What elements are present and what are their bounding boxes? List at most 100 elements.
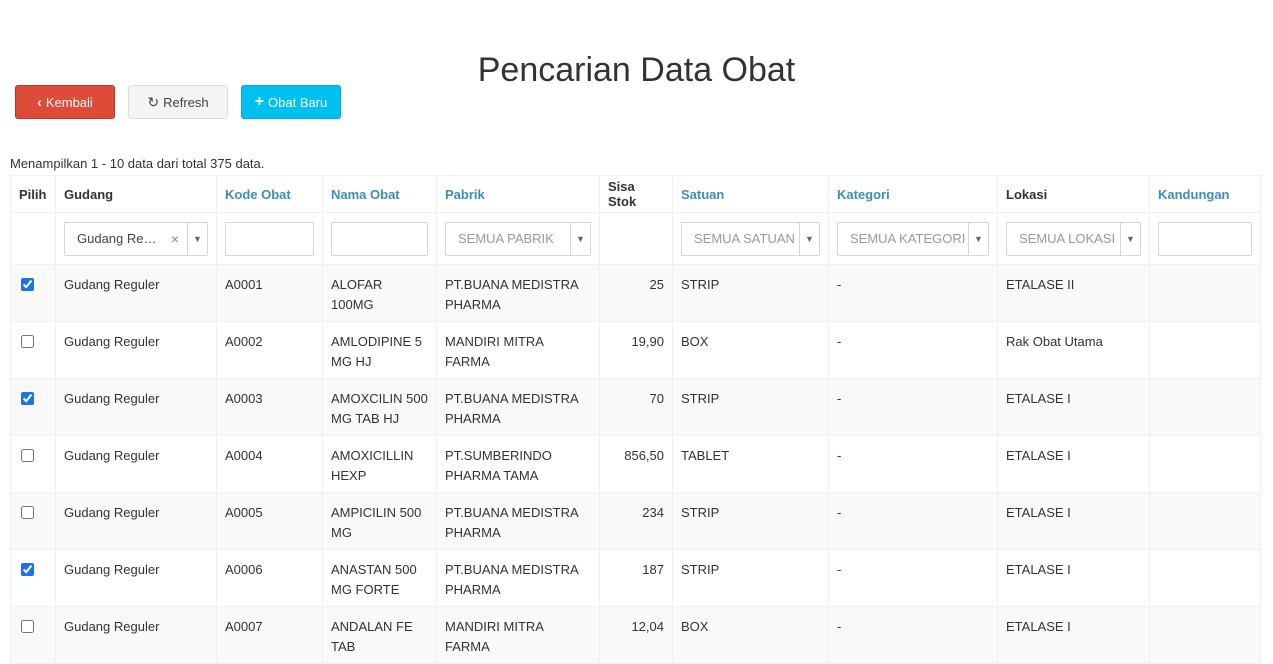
table-row: Gudang Reguler A0003 AMOXCILIN 500 MG TAB …	[10, 378, 1261, 436]
cell-satuan: TABLET	[672, 435, 829, 493]
gudang-filter-value: Gudang Re…	[77, 231, 157, 246]
nama-filter-input[interactable]	[331, 221, 428, 256]
cell-kategori: -	[828, 606, 998, 664]
col-kategori[interactable]: Kategori	[828, 175, 998, 213]
col-satuan[interactable]: Satuan	[672, 175, 829, 213]
cell-sisa-stok: 234	[599, 492, 673, 550]
filter-nama-cell	[322, 212, 437, 265]
cell-pabrik: PT.SUMBERINDO PHARMA TAMA	[436, 435, 600, 493]
kategori-filter-select[interactable]: SEMUA KATEGORI ▼	[837, 221, 989, 256]
cell-satuan: BOX	[672, 606, 829, 664]
row-select-checkbox[interactable]	[21, 335, 34, 348]
chevron-down-icon[interactable]: ▼	[570, 222, 590, 255]
gudang-filter-select[interactable]: Gudang Re… × ▼	[64, 221, 208, 256]
cell-pilih	[10, 378, 56, 436]
kandungan-filter-input[interactable]	[1158, 221, 1252, 256]
cell-sisa-stok: 25	[599, 264, 673, 322]
cell-satuan: STRIP	[672, 492, 829, 550]
cell-sisa-stok: 12,04	[599, 606, 673, 664]
cell-sisa-stok: 187	[599, 549, 673, 607]
table-row: Gudang Reguler A0007 ANDALAN FE TAB MANDIRI…	[10, 606, 1261, 664]
cell-kategori: -	[828, 264, 998, 322]
cell-pabrik: MANDIRI MITRA FARMA	[436, 321, 600, 379]
cell-sisa-stok: 19,90	[599, 321, 673, 379]
cell-sisa-stok: 70	[599, 378, 673, 436]
cell-kode-obat: A0001	[216, 264, 323, 322]
col-gudang: Gudang	[55, 175, 217, 213]
cell-kandungan	[1149, 435, 1261, 493]
clear-icon[interactable]: ×	[171, 231, 187, 247]
chevron-down-icon[interactable]: ▼	[1120, 222, 1140, 255]
filter-kandungan-cell	[1149, 212, 1261, 265]
chevron-down-icon[interactable]: ▼	[187, 222, 207, 255]
col-pabrik[interactable]: Pabrik	[436, 175, 600, 213]
back-button[interactable]: ‹ Kembali	[15, 85, 115, 119]
table-row: Gudang Reguler A0005 AMPICILIN 500 MG PT.BU…	[10, 492, 1261, 550]
cell-lokasi: ETALASE I	[997, 435, 1150, 493]
cell-lokasi: ETALASE I	[997, 378, 1150, 436]
chevron-down-icon[interactable]: ▼	[799, 222, 819, 255]
filter-gudang-cell: Gudang Re… × ▼	[55, 212, 217, 265]
refresh-button[interactable]: ↻ Refresh	[128, 85, 228, 119]
col-sisa-stok: Sisa Stok	[599, 175, 673, 213]
page-title: Pencarian Data Obat	[477, 50, 796, 89]
cell-kandungan	[1149, 378, 1261, 436]
cell-gudang: Gudang Reguler	[55, 606, 217, 664]
col-kandungan[interactable]: Kandungan	[1149, 175, 1261, 213]
cell-lokasi: ETALASE I	[997, 606, 1150, 664]
cell-kandungan	[1149, 492, 1261, 550]
cell-gudang: Gudang Reguler	[55, 321, 217, 379]
row-select-checkbox[interactable]	[21, 449, 34, 462]
cell-lokasi: ETALASE I	[997, 549, 1150, 607]
col-kode-obat[interactable]: Kode Obat	[216, 175, 323, 213]
cell-kandungan	[1149, 321, 1261, 379]
satuan-filter-placeholder: SEMUA SATUAN	[694, 231, 795, 246]
cell-nama-obat: ALOFAR 100MG	[322, 264, 437, 322]
lokasi-filter-select[interactable]: SEMUA LOKASI ▼	[1006, 221, 1141, 256]
filter-stok-cell	[599, 212, 673, 265]
cell-lokasi: Rak Obat Utama	[997, 321, 1150, 379]
filter-kategori-cell: SEMUA KATEGORI ▼	[828, 212, 998, 265]
row-select-checkbox[interactable]	[21, 563, 34, 576]
table-row: Gudang Reguler A0004 AMOXICILLIN HEXP PT.SU…	[10, 435, 1261, 493]
cell-kategori: -	[828, 492, 998, 550]
cell-nama-obat: AMOXICILLIN HEXP	[322, 435, 437, 493]
col-pilih: Pilih	[10, 175, 56, 213]
row-select-checkbox[interactable]	[21, 392, 34, 405]
cell-kode-obat: A0005	[216, 492, 323, 550]
refresh-button-label: Refresh	[163, 94, 209, 110]
new-medicine-button-label: Obat Baru	[268, 94, 328, 110]
cell-pabrik: PT.BUANA MEDISTRA PHARMA	[436, 549, 600, 607]
back-button-label: Kembali	[45, 94, 93, 110]
filter-lokasi-cell: SEMUA LOKASI ▼	[997, 212, 1150, 265]
cell-kategori: -	[828, 435, 998, 493]
col-nama-obat[interactable]: Nama Obat	[322, 175, 437, 213]
lokasi-filter-placeholder: SEMUA LOKASI	[1019, 231, 1116, 246]
cell-satuan: STRIP	[672, 378, 829, 436]
cell-kategori: -	[828, 321, 998, 379]
cell-pilih	[10, 264, 56, 322]
chevron-down-icon[interactable]: ▼	[968, 222, 988, 255]
satuan-filter-select[interactable]: SEMUA SATUAN ▼	[681, 221, 820, 256]
filter-satuan-cell: SEMUA SATUAN ▼	[672, 212, 829, 265]
row-select-checkbox[interactable]	[21, 506, 34, 519]
pabrik-filter-placeholder: SEMUA PABRIK	[458, 231, 554, 246]
cell-sisa-stok: 856,50	[599, 435, 673, 493]
row-select-checkbox[interactable]	[21, 620, 34, 633]
cell-lokasi: ETALASE II	[997, 264, 1150, 322]
table-row: Gudang Reguler A0002 AMLODIPINE 5 MG HJ MAN…	[10, 321, 1261, 379]
cell-lokasi: ETALASE I	[997, 492, 1150, 550]
cell-kode-obat: A0007	[216, 606, 323, 664]
cell-nama-obat: ANDALAN FE TAB	[322, 606, 437, 664]
pabrik-filter-select[interactable]: SEMUA PABRIK ▼	[445, 221, 591, 256]
row-select-checkbox[interactable]	[21, 278, 34, 291]
cell-kode-obat: A0002	[216, 321, 323, 379]
kode-filter-input[interactable]	[225, 221, 314, 256]
cell-pilih	[10, 435, 56, 493]
filter-pilih	[10, 212, 56, 265]
cell-gudang: Gudang Reguler	[55, 378, 217, 436]
cell-pabrik: PT.BUANA MEDISTRA PHARMA	[436, 264, 600, 322]
cell-pilih	[10, 606, 56, 664]
new-medicine-button[interactable]: + Obat Baru	[241, 85, 341, 119]
cell-kode-obat: A0004	[216, 435, 323, 493]
